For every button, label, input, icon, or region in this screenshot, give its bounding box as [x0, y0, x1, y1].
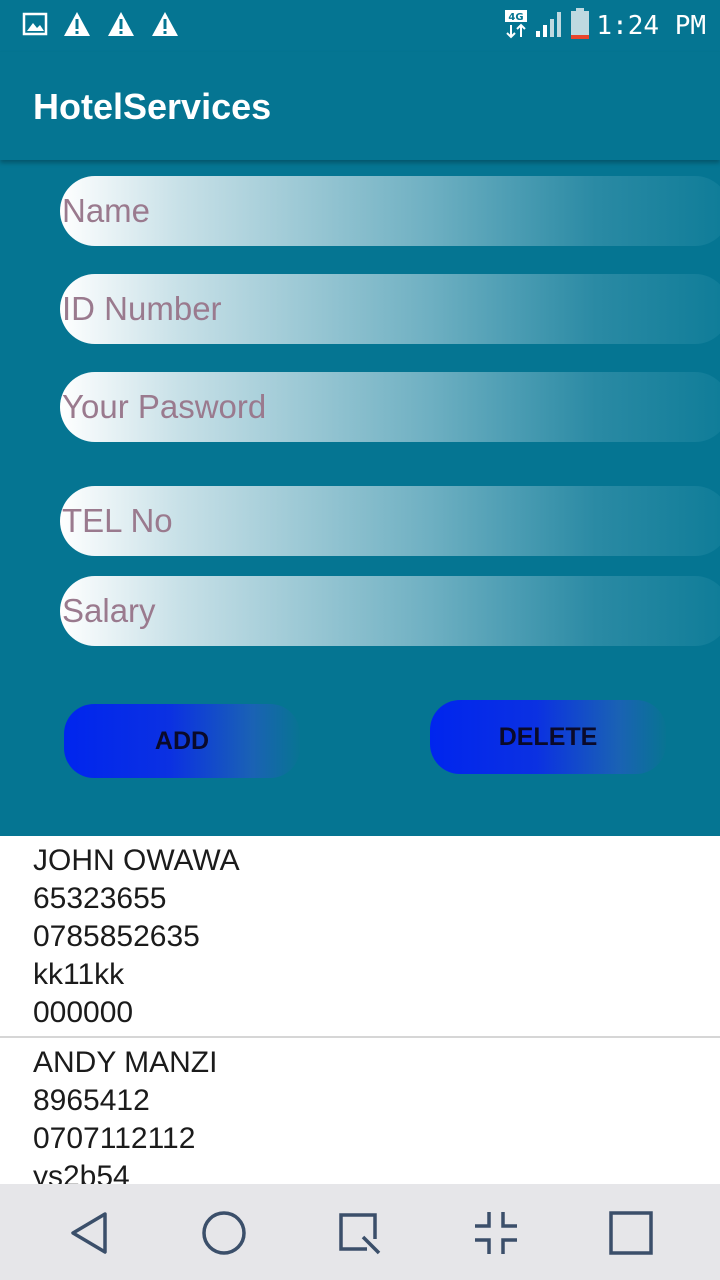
list-item[interactable]: JOHN OWAWA 65323655 0785852635 kk11kk 00… — [0, 836, 720, 1038]
record-name: JOHN OWAWA — [33, 844, 240, 877]
name-input[interactable]: Name — [60, 176, 720, 246]
clock: 1:24 PM — [596, 11, 706, 41]
app-title: HotelServices — [33, 86, 272, 127]
employee-form: Name ID Number Your Pasword TEL No Salar… — [0, 160, 720, 836]
network-label: 4G — [509, 12, 524, 23]
record-id: 8965412 — [33, 1084, 150, 1117]
salary-placeholder: Salary — [62, 592, 156, 629]
salary-input[interactable]: Salary — [60, 576, 720, 646]
password-input[interactable]: Your Pasword — [60, 372, 720, 442]
square-icon[interactable] — [606, 1208, 656, 1258]
tel-input[interactable]: TEL No — [60, 486, 720, 556]
list-item[interactable]: ANDY MANZI 8965412 0707112112 ys2b54 — [0, 1038, 720, 1184]
id-number-input[interactable]: ID Number — [60, 274, 720, 344]
warning-icon — [62, 10, 92, 42]
add-button[interactable]: ADD — [64, 704, 300, 778]
add-button-label: ADD — [154, 726, 210, 755]
image-icon — [22, 11, 48, 41]
record-tel: 0785852635 — [33, 920, 200, 953]
record-id: 65323655 — [33, 882, 167, 915]
password-placeholder: Your Pasword — [62, 388, 267, 425]
id-number-placeholder: ID Number — [62, 290, 222, 327]
signal-icon — [534, 9, 564, 43]
warning-icon — [150, 10, 180, 42]
collapse-icon[interactable] — [471, 1208, 521, 1258]
records-list[interactable]: JOHN OWAWA 65323655 0785852635 kk11kk 00… — [0, 836, 720, 1184]
tel-placeholder: TEL No — [62, 502, 173, 539]
recents-icon[interactable] — [334, 1208, 384, 1258]
status-bar: 4G 1:24 PM — [0, 0, 720, 52]
notification-icons — [22, 10, 180, 42]
record-password: kk11kk — [33, 958, 125, 991]
delete-button[interactable]: DELETE — [430, 700, 666, 774]
record-salary: 000000 — [33, 996, 134, 1029]
system-icons: 4G 1:24 PM — [504, 8, 706, 44]
delete-button-label: DELETE — [498, 722, 598, 751]
record-password: ys2b54 — [33, 1160, 130, 1184]
battery-icon — [570, 8, 590, 44]
name-placeholder: Name — [62, 192, 151, 229]
navigation-bar — [0, 1184, 720, 1280]
back-icon[interactable] — [64, 1208, 114, 1258]
app-bar: HotelServices — [0, 52, 720, 160]
home-icon[interactable] — [199, 1208, 249, 1258]
warning-icon — [106, 10, 136, 42]
network-4g-icon: 4G — [504, 9, 528, 43]
record-name: ANDY MANZI — [33, 1046, 218, 1079]
record-tel: 0707112112 — [33, 1122, 196, 1155]
